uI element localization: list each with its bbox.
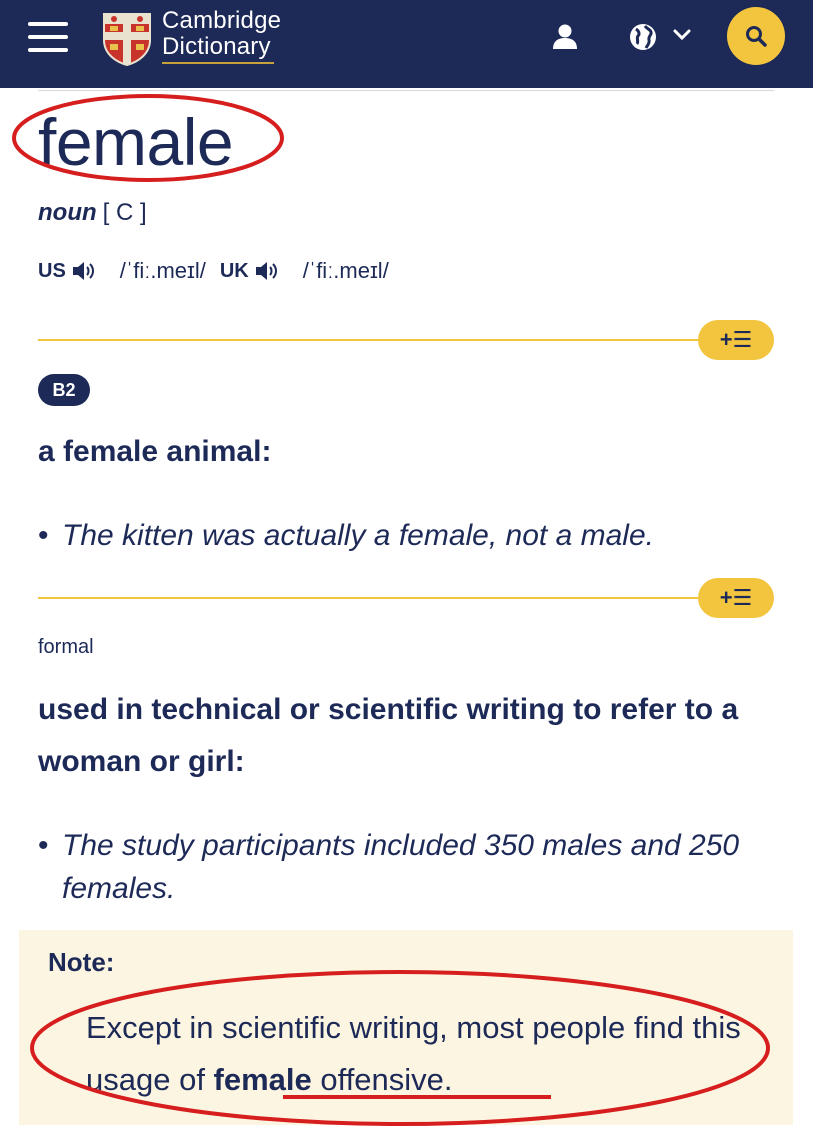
user-icon[interactable] — [552, 24, 578, 50]
register-label: formal — [38, 636, 94, 658]
level-badge[interactable]: B2 — [38, 374, 90, 406]
red-circle-annotation — [30, 970, 770, 1126]
example-text: The study participants included 350 male… — [62, 829, 740, 905]
logo-underline — [162, 62, 274, 64]
logo-line-1: Cambridge — [162, 7, 282, 34]
definition: a female animal: — [38, 435, 272, 468]
example-sentence: • The study participants included 350 ma… — [38, 824, 758, 910]
cambridge-shield-logo[interactable] — [102, 12, 152, 66]
example-text: The kitten was actually a female, not a … — [62, 519, 654, 552]
definition: used in technical or scientific writing … — [38, 693, 739, 778]
region-us: US — [38, 259, 66, 282]
bullet: • — [38, 519, 49, 552]
sense-divider — [38, 597, 718, 599]
globe-icon[interactable] — [628, 22, 658, 52]
search-button[interactable] — [727, 7, 785, 65]
speaker-icon-us[interactable] — [72, 260, 98, 282]
add-to-word-list-button[interactable]: +☰ — [698, 320, 774, 360]
ipa-us: /ˈfiː.meɪl/ — [119, 258, 206, 283]
logo-line-2: Dictionary — [162, 33, 271, 60]
site-header: Cambridge Dictionary — [0, 0, 813, 88]
menu-icon[interactable] — [28, 22, 68, 52]
logo-text[interactable]: Cambridge Dictionary — [162, 8, 281, 60]
add-to-word-list-button[interactable]: +☰ — [698, 578, 774, 618]
red-circle-annotation — [12, 94, 284, 182]
sense-divider — [38, 339, 718, 341]
example-sentence: • The kitten was actually a female, not … — [38, 514, 758, 557]
pronunciation-row: US /ˈfiː.meɪl/ UK /ˈfiː.meɪl/ — [38, 258, 403, 284]
chevron-down-icon[interactable] — [672, 28, 692, 42]
grammar-code[interactable]: [ C ] — [103, 199, 147, 226]
pos-label[interactable]: noun — [38, 199, 97, 226]
part-of-speech: noun[ C ] — [38, 199, 147, 227]
region-uk: UK — [219, 259, 249, 282]
speaker-icon-uk[interactable] — [255, 260, 281, 282]
ipa-uk: /ˈfiː.meɪl/ — [302, 258, 389, 283]
bullet: • — [38, 829, 49, 862]
red-underline-annotation — [283, 1095, 551, 1099]
search-icon — [746, 26, 767, 47]
